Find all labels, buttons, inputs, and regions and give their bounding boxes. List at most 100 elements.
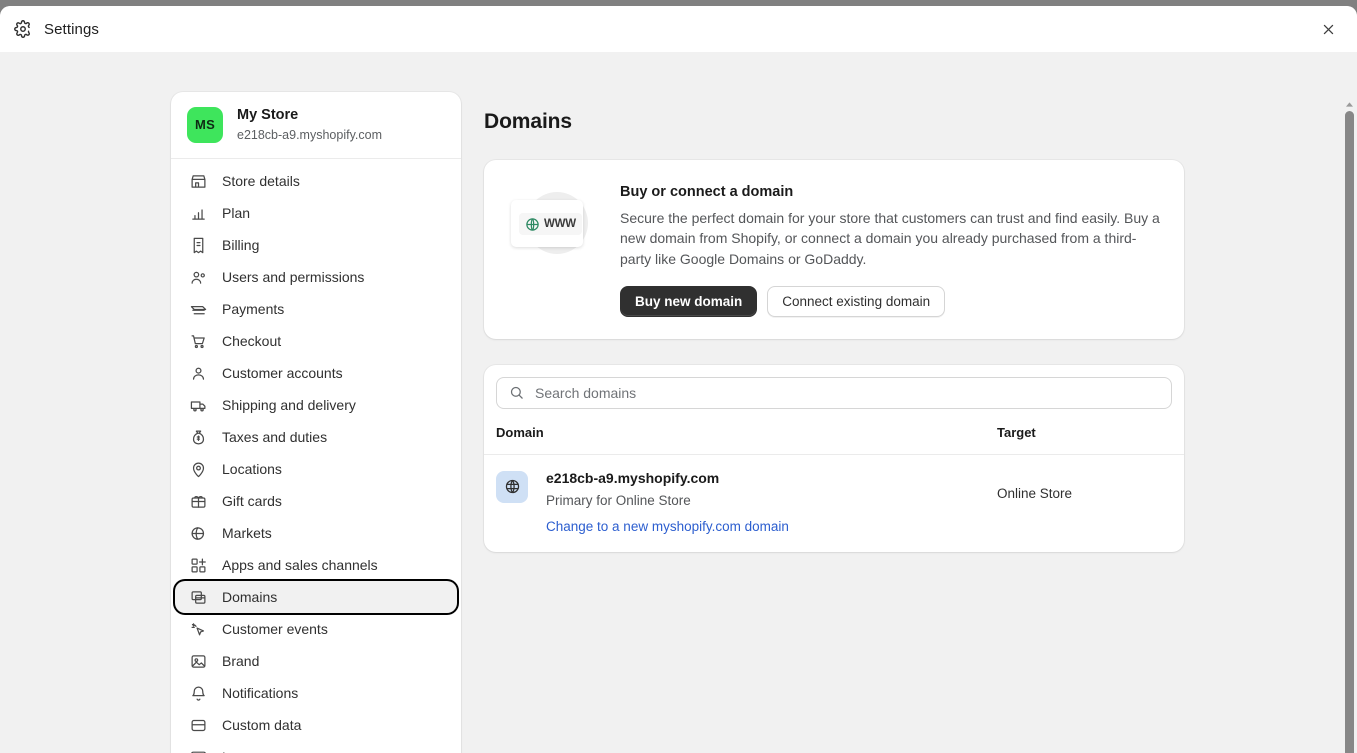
promo-body: Buy or connect a domain Secure the perfe…: [620, 184, 1164, 317]
sidebar-item-plan[interactable]: Plan: [179, 197, 453, 229]
sidebar-item-label: Brand: [222, 653, 259, 669]
sidebar-item-gift-cards[interactable]: Gift cards: [179, 485, 453, 517]
page-body: MS My Store e218cb-a9.myshopify.com Stor…: [0, 52, 1357, 753]
sidebar-item-taxes-and-duties[interactable]: Taxes and duties: [179, 421, 453, 453]
table-header: Domain Target: [484, 419, 1184, 455]
sidebar-item-label: Users and permissions: [222, 269, 364, 285]
window-title: Settings: [44, 21, 99, 38]
cursor-sparkle-icon: [189, 620, 208, 639]
store-name: My Store: [237, 106, 382, 126]
sidebar-item-store-details[interactable]: Store details: [179, 165, 453, 197]
sidebar-item-custom-data[interactable]: Custom data: [179, 709, 453, 741]
promo-title: Buy or connect a domain: [620, 184, 1164, 200]
avatar: MS: [187, 107, 223, 143]
sidebar-item-brand[interactable]: Brand: [179, 645, 453, 677]
sidebar-item-label: Billing: [222, 237, 259, 253]
sidebar-item-label: Domains: [222, 589, 277, 605]
sidebar-item-label: Customer events: [222, 621, 328, 637]
sidebar-item-checkout[interactable]: Checkout: [179, 325, 453, 357]
sidebar-item-domains[interactable]: Domains: [175, 581, 457, 613]
column-header-target: Target: [997, 425, 1164, 440]
store-domain: e218cb-a9.myshopify.com: [237, 127, 382, 144]
sidebar-item-label: Gift cards: [222, 493, 282, 509]
chevron-up-icon[interactable]: [1342, 100, 1357, 109]
sidebar-item-label: Shipping and delivery: [222, 397, 356, 413]
sidebar-item-label: Languages: [222, 749, 291, 753]
table-body: e218cb-a9.myshopify.com Primary for Onlin…: [484, 455, 1184, 552]
domains-list-card: Domain Target e218cb-a9.myshopify.com Pri…: [484, 365, 1184, 552]
truck-icon: [189, 396, 208, 415]
person-icon: [189, 364, 208, 383]
search-box[interactable]: [496, 377, 1172, 409]
sidebar-item-users-and-permissions[interactable]: Users and permissions: [179, 261, 453, 293]
gift-card-icon: [189, 492, 208, 511]
table-row[interactable]: e218cb-a9.myshopify.com Primary for Onlin…: [484, 455, 1184, 552]
sidebar-item-payments[interactable]: Payments: [179, 293, 453, 325]
database-icon: [189, 716, 208, 735]
sidebar-item-label: Locations: [222, 461, 282, 477]
gear-icon: [14, 20, 32, 38]
store-header[interactable]: MS My Store e218cb-a9.myshopify.com: [171, 92, 461, 159]
buy-connect-domain-card: WWW Buy or connect a domain Secure the p…: [484, 160, 1184, 339]
sidebar-item-label: Checkout: [222, 333, 281, 349]
illustration-sheet: WWW: [511, 200, 583, 247]
window-titlebar: Settings: [0, 6, 1357, 52]
sidebar-item-apps-and-sales-channels[interactable]: Apps and sales channels: [179, 549, 453, 581]
money-bag-icon: [189, 428, 208, 447]
brand-image-icon: [189, 652, 208, 671]
domain-name: e218cb-a9.myshopify.com: [546, 470, 789, 486]
sidebar-item-notifications[interactable]: Notifications: [179, 677, 453, 709]
cart-icon: [189, 332, 208, 351]
languages-icon: [189, 748, 208, 753]
column-header-domain: Domain: [496, 425, 997, 440]
apps-icon: [189, 556, 208, 575]
sidebar-item-languages[interactable]: Languages: [179, 741, 453, 753]
store-info: My Store e218cb-a9.myshopify.com: [237, 106, 382, 143]
sidebar-item-label: Apps and sales channels: [222, 557, 378, 573]
avatar-initials: MS: [195, 117, 215, 132]
store-icon: [189, 172, 208, 191]
settings-window: Settings MS My Store e218cb-a9.myshopify…: [0, 6, 1357, 753]
sidebar-item-label: Markets: [222, 525, 272, 541]
sidebar-item-label: Customer accounts: [222, 365, 343, 381]
sidebar-nav: Store details Plan Billing Users and permis…: [171, 159, 461, 753]
search-input[interactable]: [533, 384, 1159, 402]
buy-new-domain-button[interactable]: Buy new domain: [620, 286, 757, 317]
connect-existing-domain-button[interactable]: Connect existing domain: [767, 286, 945, 317]
domains-icon: [189, 588, 208, 607]
domain-subtitle: Primary for Online Store: [546, 493, 789, 508]
sidebar-item-shipping-and-delivery[interactable]: Shipping and delivery: [179, 389, 453, 421]
globe-money-icon: [189, 524, 208, 543]
location-pin-icon: [189, 460, 208, 479]
row-text: e218cb-a9.myshopify.com Primary for Onlin…: [546, 470, 789, 536]
sidebar-item-markets[interactable]: Markets: [179, 517, 453, 549]
sidebar-item-label: Plan: [222, 205, 250, 221]
users-icon: [189, 268, 208, 287]
row-main: e218cb-a9.myshopify.com Primary for Onlin…: [496, 470, 997, 536]
main-content: Domains WWW: [484, 92, 1184, 552]
chart-icon: [189, 204, 208, 223]
globe-icon: [496, 471, 528, 503]
change-domain-link[interactable]: Change to a new myshopify.com domain: [546, 519, 789, 534]
promo-actions: Buy new domain Connect existing domain: [620, 286, 1164, 317]
page-title: Domains: [484, 110, 1184, 134]
illustration-www-pill: WWW: [519, 213, 582, 235]
sidebar-item-label: Taxes and duties: [222, 429, 327, 445]
globe-icon: [525, 217, 540, 232]
promo-description: Secure the perfect domain for your store…: [620, 208, 1164, 269]
close-icon[interactable]: [1317, 18, 1339, 40]
sidebar-item-customer-accounts[interactable]: Customer accounts: [179, 357, 453, 389]
sidebar-item-locations[interactable]: Locations: [179, 453, 453, 485]
vertical-scrollbar[interactable]: [1342, 98, 1357, 753]
domain-illustration: WWW: [510, 188, 596, 258]
scrollbar-thumb[interactable]: [1345, 111, 1354, 753]
sidebar-item-billing[interactable]: Billing: [179, 229, 453, 261]
www-label: WWW: [544, 218, 576, 230]
sidebar-item-customer-events[interactable]: Customer events: [179, 613, 453, 645]
sidebar-item-label: Payments: [222, 301, 284, 317]
titlebar-left-group: Settings: [14, 20, 99, 38]
domain-target: Online Store: [997, 470, 1164, 501]
bell-icon: [189, 684, 208, 703]
sidebar-item-label: Store details: [222, 173, 300, 189]
sidebar-item-label: Custom data: [222, 717, 301, 733]
